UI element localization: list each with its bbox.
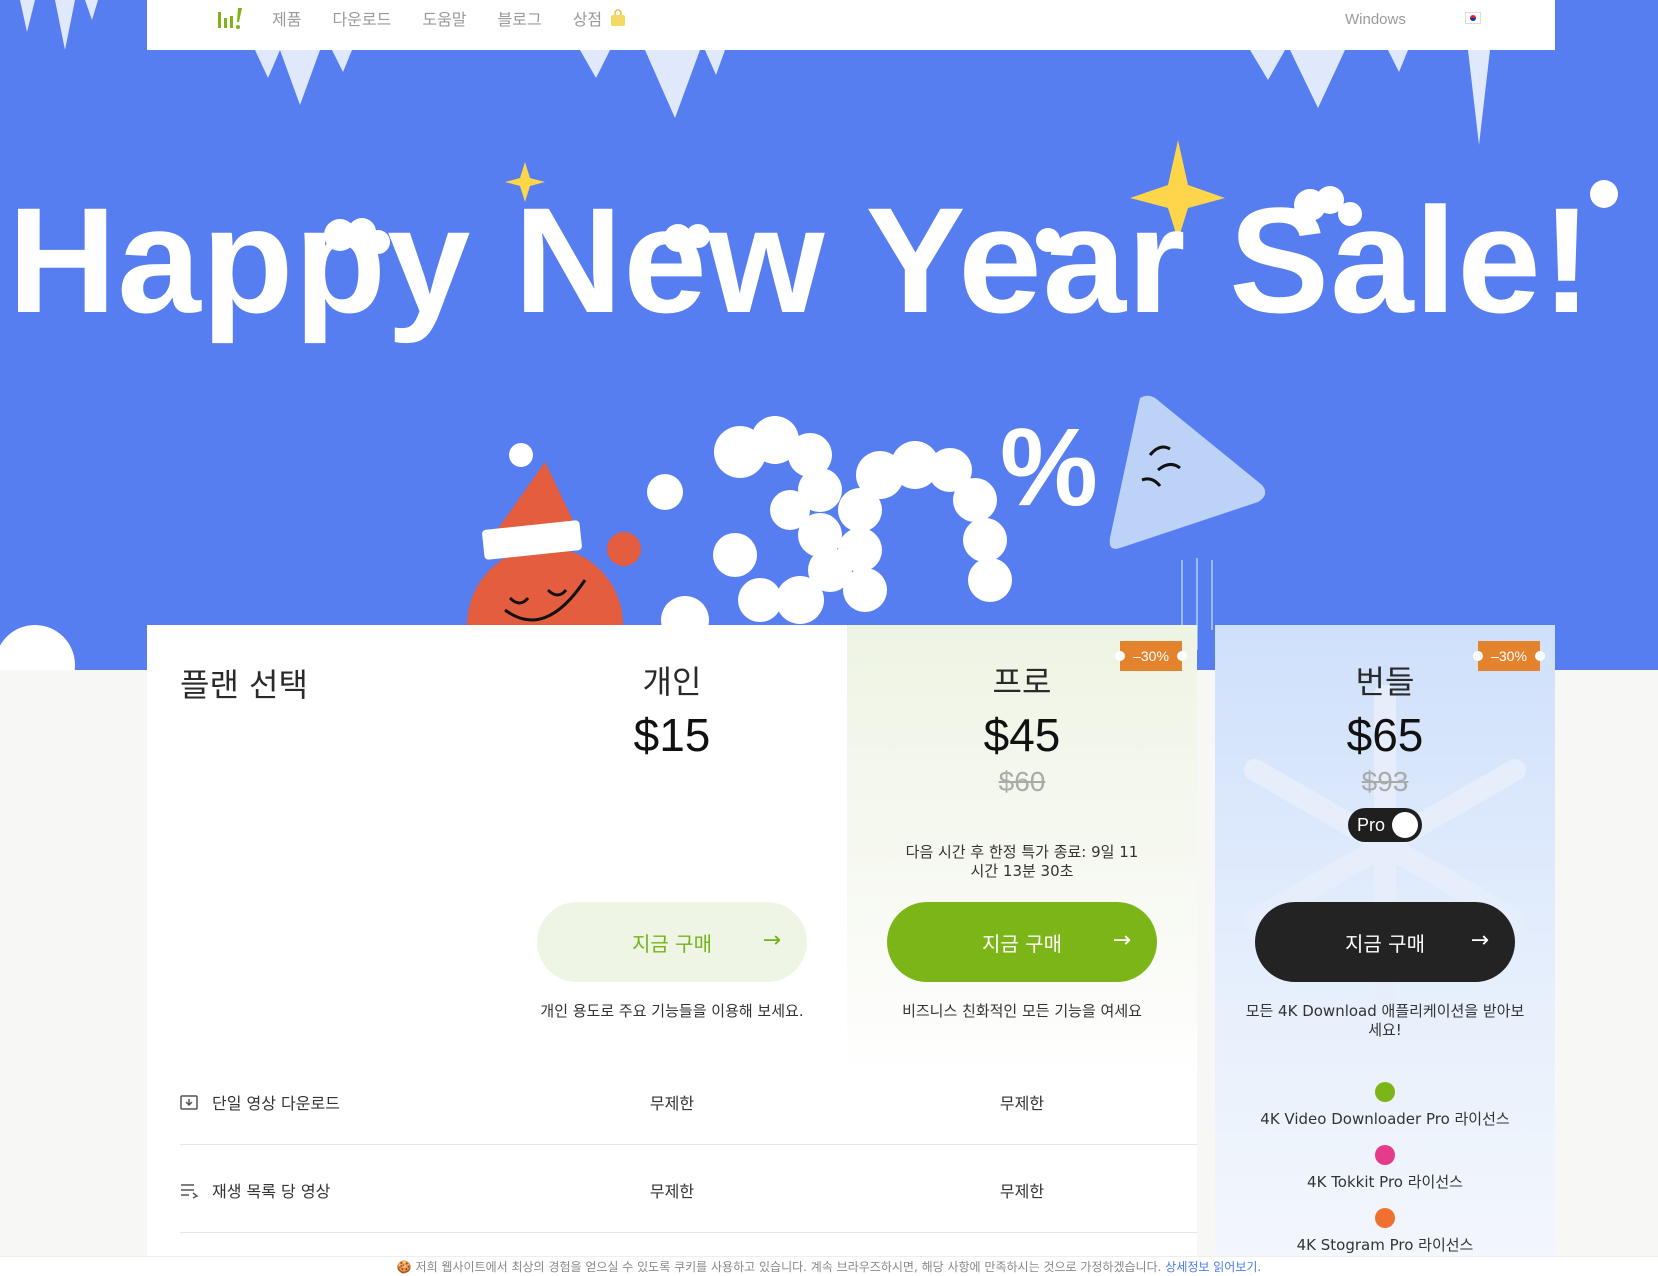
row-divider xyxy=(180,1144,1197,1145)
feature-value: 무제한 xyxy=(649,1182,695,1201)
download-video-icon xyxy=(180,1095,198,1110)
cookie-banner: 🍪 저희 웹사이트에서 최상의 경험을 얻으실 수 있도록 쿠키를 사용하고 있… xyxy=(0,1256,1658,1276)
tokkit-app-icon xyxy=(1375,1145,1395,1165)
pro-plan-description: 비즈니스 친화적인 모든 기능을 여세요 xyxy=(902,1002,1142,1020)
4k-logo-icon[interactable] xyxy=(217,6,243,30)
feature-value: 무제한 xyxy=(999,1182,1045,1201)
feature-value: 무제한 xyxy=(649,1094,695,1113)
arrow-right-icon: → xyxy=(1112,928,1131,953)
feature-value: 무제한 xyxy=(999,1094,1045,1113)
language-flag-icon[interactable] xyxy=(1465,12,1481,24)
cookie-details-link[interactable]: 상세정보 읽어보기. xyxy=(1165,1260,1261,1274)
nav-item-blog[interactable]: 블로그 xyxy=(498,6,542,30)
personal-plan-description: 개인 용도로 주요 기능들을 이용해 보세요. xyxy=(540,1002,804,1020)
personal-buy-button[interactable]: 지금 구매 → xyxy=(537,902,807,982)
top-navbar: 제품 다운로드 도움말 블로그 상점 Windows xyxy=(147,0,1555,50)
bundle-plan-description: 모든 4K Download 애플리케이션을 받아보세요! xyxy=(1245,1002,1525,1039)
nav-item-help[interactable]: 도움말 xyxy=(422,6,466,30)
feature-label: 단일 영상 다운로드 xyxy=(180,1090,340,1114)
hero-title: Happy New Year Sale! xyxy=(8,176,1593,344)
arrow-right-icon: → xyxy=(1470,928,1489,953)
bundle-item-video-downloader: 4K Video Downloader Pro 라이선스 xyxy=(1230,1082,1540,1129)
feature-label: 재생 목록 당 영상 xyxy=(180,1178,330,1202)
plan-selection-title: 플랜 선택 xyxy=(180,666,308,704)
nav-item-downloads[interactable]: 다운로드 xyxy=(332,6,391,30)
video-downloader-app-icon xyxy=(1375,1082,1395,1102)
bundle-item-tokkit: 4K Tokkit Pro 라이선스 xyxy=(1230,1145,1540,1192)
nav-menu: 제품 다운로드 도움말 블로그 상점 xyxy=(272,6,657,30)
cookie-icon: 🍪 xyxy=(396,1260,412,1274)
pro-plan-old-price: $60 xyxy=(998,766,1046,797)
bundle-plan-old-price: $93 xyxy=(1361,766,1409,797)
pro-toggle-label: Pro xyxy=(1357,814,1386,835)
personal-plan-price: $15 xyxy=(633,709,711,761)
bundle-plan-header: 번들 $65 $93 xyxy=(1235,666,1535,798)
row-divider xyxy=(180,1232,1197,1233)
svg-text:%: % xyxy=(1000,406,1098,529)
pro-plan-name: 프로 xyxy=(992,663,1052,701)
nav-item-products[interactable]: 제품 xyxy=(272,6,301,30)
pro-buy-button[interactable]: 지금 구매 → xyxy=(887,902,1157,982)
pro-toggle[interactable]: Pro xyxy=(1348,808,1422,842)
bundle-item-stogram: 4K Stogram Pro 라이선스 xyxy=(1230,1208,1540,1255)
cookie-text: 저희 웹사이트에서 최상의 경험을 얻으실 수 있도록 쿠키를 사용하고 있습니… xyxy=(415,1260,1162,1274)
nav-item-store[interactable]: 상점 xyxy=(573,6,626,30)
bundle-buy-button[interactable]: 지금 구매 → xyxy=(1255,902,1515,982)
pro-plan-price: $45 xyxy=(983,709,1061,761)
hero-banner: % Happy New Year Sale! xyxy=(0,0,1658,670)
os-selector[interactable]: Windows xyxy=(1345,11,1406,28)
arrow-right-icon: → xyxy=(762,928,781,953)
playlist-icon xyxy=(181,1184,199,1199)
personal-plan-header: 개인 $15 xyxy=(522,666,822,758)
bundle-plan-name: 번들 xyxy=(1355,663,1415,701)
shopping-bag-icon xyxy=(611,9,626,26)
stogram-app-icon xyxy=(1375,1208,1395,1228)
bundle-plan-price: $65 xyxy=(1346,709,1424,761)
toggle-knob xyxy=(1392,812,1418,838)
personal-plan-name: 개인 xyxy=(642,663,702,701)
pro-plan-header: 프로 $45 $60 xyxy=(872,666,1172,798)
sale-countdown: 다음 시간 후 한정 특가 종료: 9일 11시간 13분 30초 xyxy=(905,843,1139,880)
